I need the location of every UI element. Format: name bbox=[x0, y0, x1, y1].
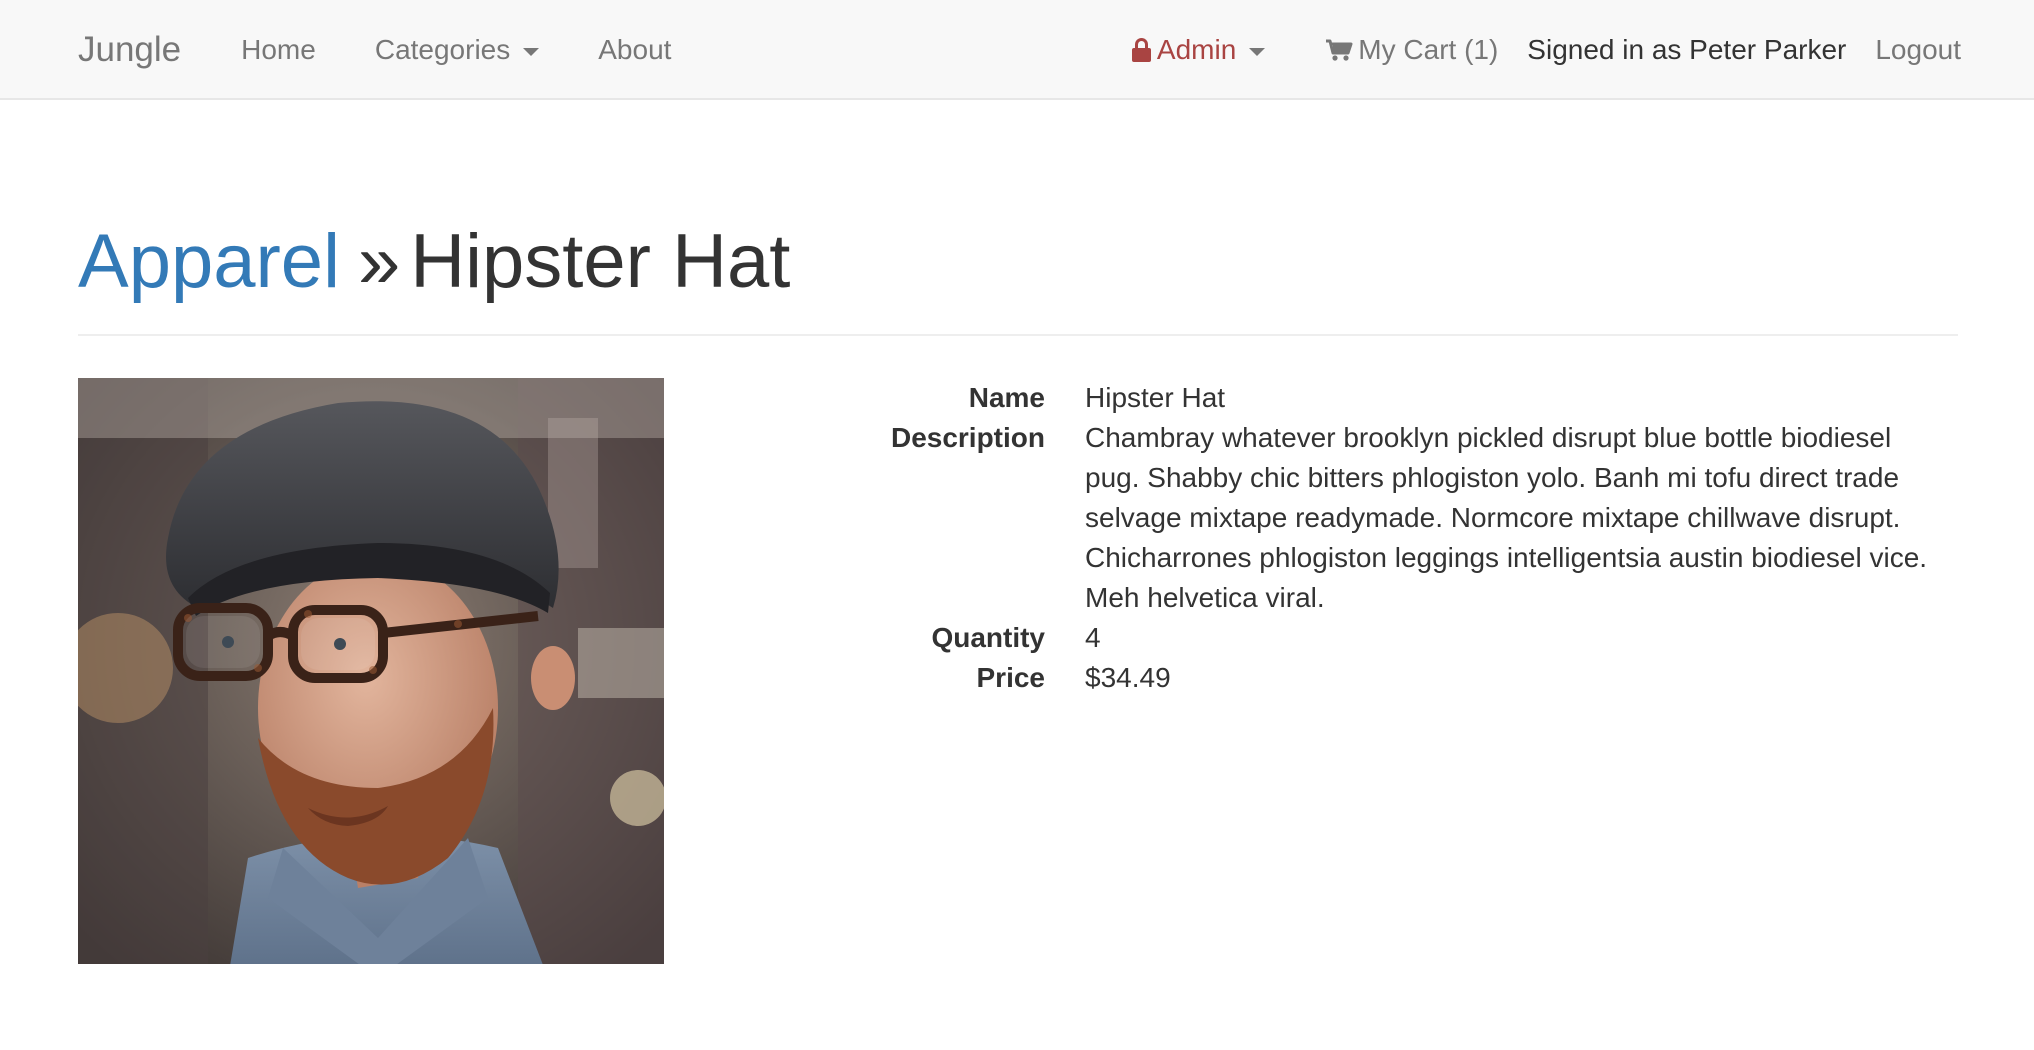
product-details: Name Hipster Hat Description Chambray wh… bbox=[820, 378, 1940, 698]
navbar: Jungle Home Categories About Admin My Ca… bbox=[0, 0, 2034, 100]
caret-down-icon bbox=[1249, 47, 1266, 56]
detail-value: Hipster Hat bbox=[1085, 382, 1226, 413]
my-cart-label: My Cart (1) bbox=[1358, 34, 1499, 65]
detail-value: $34.49 bbox=[1085, 662, 1171, 693]
detail-row-description: Description Chambray whatever brooklyn p… bbox=[820, 418, 1940, 618]
shopping-cart-icon bbox=[1326, 39, 1353, 61]
detail-row-price: Price $34.49 bbox=[820, 658, 1940, 698]
caret-down-icon bbox=[523, 47, 540, 56]
page-header: Apparel» Hipster Hat bbox=[78, 212, 1958, 336]
nav-home-label: Home bbox=[241, 34, 316, 65]
categories-dropdown[interactable]: Categories bbox=[374, 34, 540, 66]
nav-home-link[interactable]: Home bbox=[241, 34, 316, 66]
logout-link[interactable]: Logout bbox=[1875, 34, 1961, 66]
my-cart-link[interactable]: My Cart (1) bbox=[1325, 34, 1498, 66]
admin-dropdown[interactable]: Admin bbox=[1131, 34, 1266, 66]
navbar-right: Admin My Cart (1) Signed in as Peter Par… bbox=[1131, 0, 1961, 100]
lock-icon bbox=[1131, 38, 1151, 62]
detail-label: Name bbox=[968, 382, 1045, 413]
detail-row-quantity: Quantity 4 bbox=[820, 618, 1940, 658]
detail-label: Description bbox=[890, 422, 1045, 453]
product-title: Hipster Hat bbox=[410, 219, 791, 304]
brand-link[interactable]: Jungle bbox=[78, 30, 181, 70]
page-title: Apparel» Hipster Hat bbox=[78, 212, 1958, 312]
detail-label: Price bbox=[976, 662, 1046, 693]
categories-label: Categories bbox=[374, 34, 511, 65]
product-image bbox=[78, 378, 664, 964]
detail-row-name: Name Hipster Hat bbox=[820, 378, 1940, 418]
admin-label: Admin bbox=[1156, 34, 1237, 65]
nav-about-label: About bbox=[598, 34, 672, 65]
signed-in-text: Signed in as Peter Parker bbox=[1527, 34, 1847, 65]
detail-value: 4 bbox=[1085, 622, 1101, 653]
nav-about-link[interactable]: About bbox=[598, 34, 671, 66]
detail-label: Quantity bbox=[931, 622, 1045, 653]
breadcrumb-separator: » bbox=[357, 219, 401, 304]
detail-value: Chambray whatever brooklyn pickled disru… bbox=[1085, 422, 1928, 613]
category-breadcrumb-link[interactable]: Apparel bbox=[78, 219, 340, 304]
navbar-left: Jungle Home Categories About bbox=[78, 0, 730, 100]
